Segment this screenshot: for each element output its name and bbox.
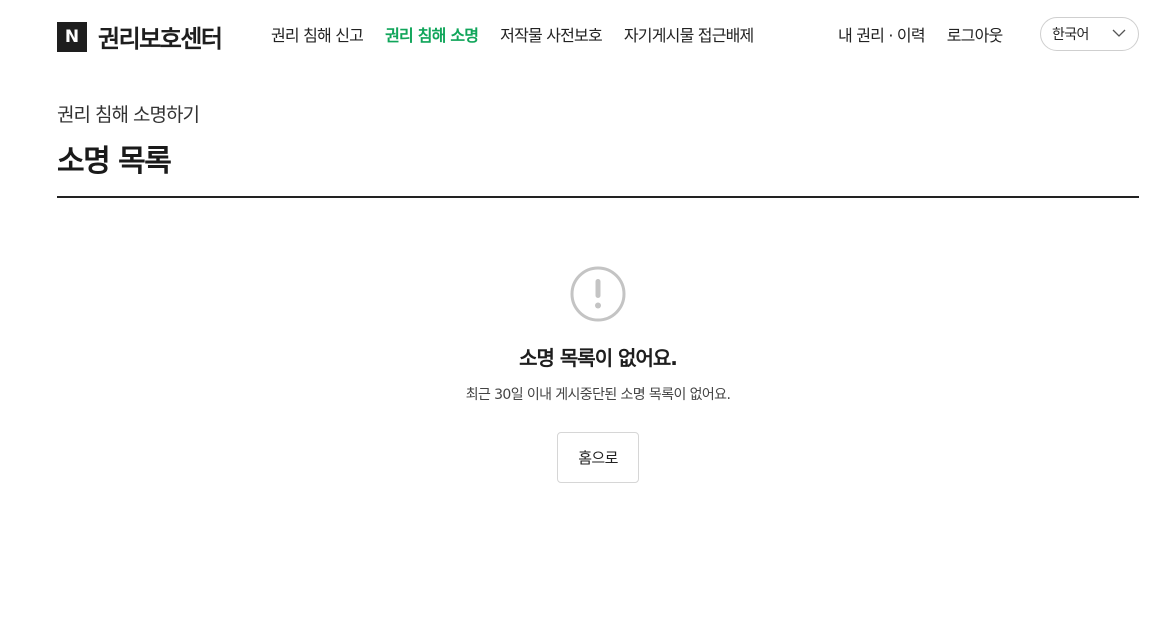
utility-nav: 내 권리 · 이력 로그아웃: [838, 22, 1024, 46]
logo-mark: N: [57, 21, 87, 52]
language-label: 한국어: [1052, 27, 1089, 43]
main-nav: 권리 침해 신고 권리 침해 소명 저작물 사전보호 자기게시물 접근배제: [271, 22, 775, 46]
top-header: N 권리보호센터 권리 침해 신고 권리 침해 소명 저작물 사전보호 자기게시…: [0, 0, 1170, 70]
page-heading: 권리 침해 소명하기 소명 목록: [57, 100, 1139, 198]
home-button[interactable]: 홈으로: [557, 432, 639, 483]
nav-item-report[interactable]: 권리 침해 신고: [271, 22, 364, 46]
logo-text: 권리보호센터: [98, 25, 223, 53]
alert-circle-icon: [570, 266, 626, 322]
language-select[interactable]: 한국어: [1040, 17, 1139, 51]
empty-title: 소명 목록이 없어요.: [519, 346, 678, 370]
nav-item-self-exclusion[interactable]: 자기게시물 접근배제: [624, 22, 754, 46]
empty-description: 최근 30일 이내 게시중단된 소명 목록이 없어요.: [465, 387, 731, 403]
nav-item-explanation[interactable]: 권리 침해 소명: [385, 22, 479, 46]
breadcrumb: 권리 침해 소명하기: [57, 104, 200, 126]
nav-item-pre-protection[interactable]: 저작물 사전보호: [500, 22, 603, 46]
page-title: 소명 목록: [57, 144, 172, 179]
empty-state: 소명 목록이 없어요. 최근 30일 이내 게시중단된 소명 목록이 없어요. …: [57, 266, 1139, 483]
nav-item-my-rights[interactable]: 내 권리 · 이력: [838, 22, 926, 46]
logout-link[interactable]: 로그아웃: [947, 22, 1003, 46]
chevron-down-icon: [1112, 29, 1126, 37]
logo[interactable]: N 권리보호센터: [57, 19, 223, 54]
